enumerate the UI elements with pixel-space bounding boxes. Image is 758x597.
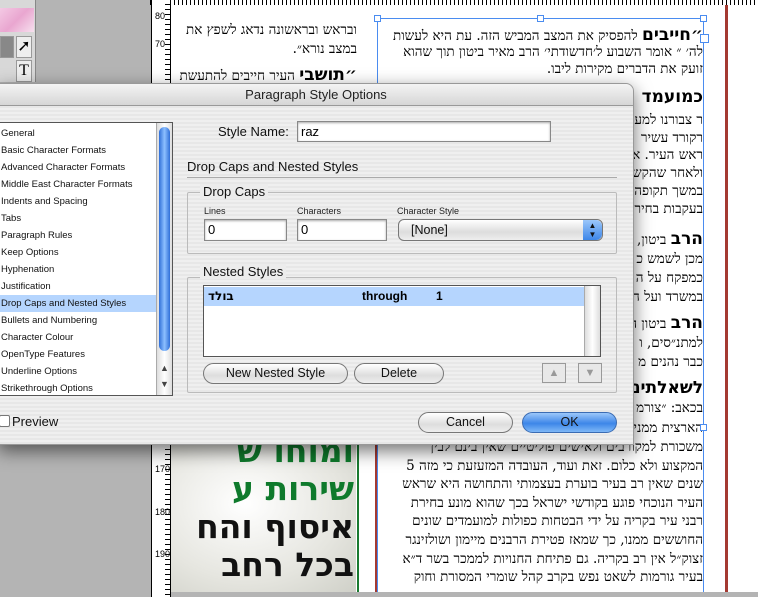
frame-handle[interactable]	[537, 15, 544, 22]
in-port-handle[interactable]	[700, 34, 709, 43]
category-item[interactable]: Character Colour	[0, 329, 157, 346]
category-item[interactable]: Hyphenation	[0, 261, 157, 278]
category-item[interactable]: Tabs	[0, 210, 157, 227]
margin-guide	[725, 5, 728, 592]
drop-caps-legend: Drop Caps	[200, 184, 269, 199]
category-item[interactable]: Underline Options	[0, 363, 157, 380]
category-item[interactable]: Middle East Character Formats	[0, 176, 157, 193]
line-text: העיר חייבים להתעשת	[179, 68, 300, 84]
line-text: ובראש ובראשונה נדאג לשפץ את	[185, 22, 357, 38]
advert-image: ומוחו ש שירות ע איסוף והח בכל רחב	[171, 445, 356, 592]
category-item[interactable]: Paragraph Rules	[0, 227, 157, 244]
ruler-label: 190	[155, 549, 171, 559]
ruler-label: 170	[155, 464, 171, 474]
character-style-value: [None]	[411, 223, 448, 237]
category-item[interactable]: Bullets and Numbering	[0, 312, 157, 329]
swatch-thumbnail	[0, 8, 34, 32]
ruler-label: 70	[155, 39, 166, 49]
category-scrollbar[interactable]: ▲ ▼	[156, 123, 172, 395]
category-item[interactable]: Indents and Spacing	[0, 193, 157, 210]
tools-panel: ➚ T	[0, 0, 36, 82]
lead-word: ״תושבי	[299, 65, 357, 85]
scroll-down-icon[interactable]: ▼	[157, 379, 172, 389]
nested-scrollbar[interactable]	[584, 286, 600, 356]
category-item[interactable]: General	[0, 125, 157, 142]
paragraph-style-options-dialog: Paragraph Style Options General Basic Cha…	[0, 83, 634, 445]
category-list[interactable]: General Basic Character Formats Advanced C…	[0, 122, 173, 396]
ruler-label: 80	[155, 11, 166, 21]
move-down-button[interactable]: ▼	[578, 363, 602, 383]
frame-handle[interactable]	[700, 15, 707, 22]
frame-handle[interactable]	[700, 424, 707, 431]
character-style-label: Character Style	[397, 206, 460, 216]
nested-style-mode[interactable]: through	[362, 287, 407, 306]
characters-input[interactable]: 0	[297, 219, 387, 241]
ad-headline: שירות ע	[232, 469, 354, 508]
category-item[interactable]: OpenType Features	[0, 346, 157, 363]
move-up-button[interactable]: ▲	[542, 363, 566, 383]
scroll-up-icon[interactable]: ▲	[157, 363, 172, 373]
select-arrows-icon: ▲ ▼	[583, 220, 602, 240]
lines-label: Lines	[204, 206, 226, 216]
section-title: Drop Caps and Nested Styles	[187, 159, 359, 174]
ad-headline: בכל רחב	[221, 545, 354, 584]
type-tool-icon[interactable]: T	[16, 60, 32, 82]
frame-edge	[357, 445, 359, 592]
lines-input[interactable]: 0	[204, 219, 287, 241]
nested-style-name[interactable]: בולד	[208, 287, 234, 306]
delete-button[interactable]: Delete	[354, 363, 444, 384]
category-item[interactable]: Justification	[0, 278, 157, 295]
ruler-label: 180	[155, 507, 171, 517]
line-text: במצב נורא״.	[292, 41, 357, 57]
characters-label: Characters	[297, 206, 342, 216]
nested-style-row[interactable]: בולד through 1	[204, 287, 584, 306]
nested-style-count[interactable]: 1	[436, 287, 443, 306]
nested-styles-legend: Nested Styles	[200, 264, 287, 279]
dialog-title: Paragraph Style Options	[0, 84, 633, 106]
text-line: ״תושבי העיר חייבים להתעשת	[172, 65, 357, 85]
ad-headline: איסוף והח	[196, 507, 354, 546]
ad-headline: ומוחו ש	[236, 445, 354, 470]
cancel-button[interactable]: Cancel	[418, 412, 513, 433]
category-item[interactable]: Strikethrough Options	[0, 380, 157, 397]
style-name-label: Style Name:	[218, 124, 289, 139]
frame-handle[interactable]	[374, 15, 381, 22]
character-style-select[interactable]: [None] ▲ ▼	[398, 219, 603, 241]
text-line: ובראש ובראשונה נדאג לשפץ את	[172, 22, 357, 38]
category-item[interactable]: Advanced Character Formats	[0, 159, 157, 176]
preview-label: Preview	[12, 414, 59, 429]
style-name-input[interactable]: raz	[297, 121, 551, 142]
section-divider	[187, 177, 617, 178]
preview-checkbox[interactable]	[0, 415, 10, 427]
text-line: במצב נורא״.	[172, 41, 357, 57]
category-item[interactable]: Keep Options	[0, 244, 157, 261]
category-item[interactable]: Drop Caps and Nested Styles	[0, 295, 157, 312]
ok-button[interactable]: OK	[522, 412, 617, 433]
direct-selection-tool-icon[interactable]	[0, 36, 14, 58]
new-nested-style-button[interactable]: New Nested Style	[203, 363, 348, 384]
nested-styles-list[interactable]: בולד through 1	[203, 285, 601, 357]
category-item[interactable]: Basic Character Formats	[0, 142, 157, 159]
selection-tool-icon[interactable]: ➚	[16, 36, 32, 58]
scroll-thumb[interactable]	[159, 127, 170, 351]
